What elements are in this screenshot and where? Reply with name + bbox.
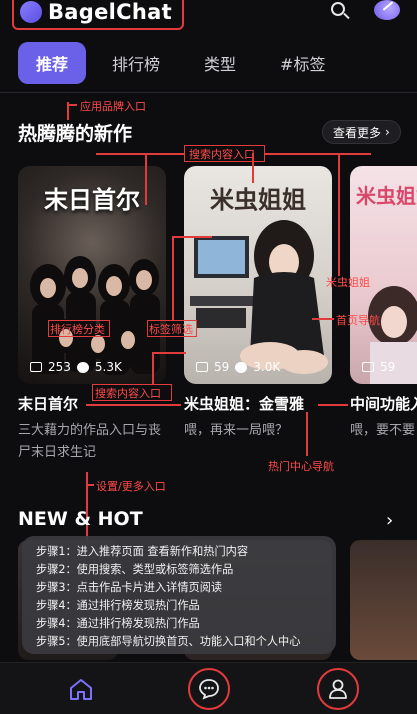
image-icon [30,362,42,372]
home-nav-button[interactable] [60,668,102,710]
app-header: BagelChat [0,0,417,36]
image-icon [362,362,374,372]
see-more-label: 查看更多 [333,125,382,140]
annotation-line [312,318,334,320]
annotation-line [96,153,184,155]
chat-count: 5.3K [94,360,122,374]
step-line: 步骤3：点击作品卡片进入详情页阅读 [36,581,223,594]
annotation-line [172,236,174,320]
image-count: 253 [48,360,71,374]
annotation-hot-center-nav: 热门中心导航 [268,460,334,473]
image-count: 59 [214,360,230,374]
card-title[interactable]: 中间功能入 [350,393,417,414]
image-icon [196,362,208,372]
card-title[interactable]: 米虫姐姐：金雪雅 [184,393,304,414]
annotation-tag-filter: 标签筛选 [149,323,193,336]
step-line: 步骤1：进入推荐页面 查看新作和热门内容 [36,545,249,558]
work-card[interactable]: 米虫姐姐 59 3.0K [184,166,332,384]
chat-icon [76,361,89,373]
see-more-button[interactable]: 查看更多 › [322,120,401,144]
image-count: 59 [380,360,396,374]
header-divider [0,92,417,93]
chevron-right-icon[interactable]: › [386,510,393,531]
chat-bubble-icon [199,679,219,700]
annotation-mico-sister: 米虫姐姐 [326,276,370,289]
chat-nav-button[interactable] [188,668,230,710]
annotation-line [67,104,77,106]
chat-count: 3.0K [253,360,281,374]
brand-logo-button[interactable]: BagelChat [12,0,184,30]
card-title[interactable]: 末日首尔 [18,393,78,414]
work-card[interactable]: 末日首尔 253 5.3K [18,166,166,384]
step-line: 步骤5：使用底部导航切换首页、功能入口和个人中心 [36,635,301,648]
annotation-settings-more: 设置/更多入口 [96,480,166,493]
chat-icon [235,361,248,373]
card-description: 喂，要不要 [350,423,416,438]
annotation-line [145,153,147,205]
tab-tags[interactable]: #标签 [262,42,343,84]
step-line: 步骤4：通过排行榜发现热门作品 [36,617,200,630]
card-stats: 253 5.3K [30,360,122,374]
brand-name: BagelChat [48,0,172,24]
home-icon [70,679,92,700]
theme-toggle-icon[interactable] [374,0,400,20]
annotation-home-nav: 首页导航 [336,314,380,327]
annotation-line [172,236,212,238]
annotation-rank-category: 排行榜分类 [50,323,105,336]
tab-ranking[interactable]: 排行榜 [94,42,178,84]
annotation-brand-entry: 应用品牌入口 [80,100,146,113]
annotation-line [318,404,348,406]
annotation-search-content: 搜索内容入口 [189,148,255,161]
annotation-line [86,404,181,406]
card-description: 喂，再来一局喂？ [184,423,289,438]
step-line: 步骤2：使用搜索、类型或标签筛选作品 [36,563,234,576]
card-description: 三大藉力的作品入口与丧尸末日求生记 [18,423,162,460]
chevron-right-icon: › [385,125,390,139]
card-stats: 59 [362,360,395,374]
steps-overlay: 步骤1：进入推荐页面 查看新作和热门内容 步骤2：使用搜索、类型或标签筛选作品 … [22,536,336,654]
annotation-line [338,153,340,276]
annotation-line [265,153,371,155]
step-line: 步骤4：通过排行榜发现热门作品 [36,599,200,612]
hot-thumbnail[interactable] [350,540,417,660]
search-icon[interactable] [328,0,352,24]
card-stats: 59 3.0K [196,360,280,374]
section-title-new-hot: NEW & HOT [18,508,143,530]
tab-recommend[interactable]: 推荐 [18,42,87,84]
tab-genre[interactable]: 类型 [186,42,254,84]
cover-title: 米虫姐姐 [210,185,306,214]
annotation-line [152,352,186,354]
annotation-line [306,412,308,456]
category-tabs: 推荐 排行榜 类型 #标签 [18,42,343,84]
annotation-line [252,153,254,183]
profile-nav-button[interactable] [317,668,359,710]
annotation-search-content: 搜索内容入口 [95,387,161,400]
user-icon [329,679,347,699]
section-title-new: 热腾腾的新作 [18,123,133,145]
cover-title: 末日首尔 [44,186,140,214]
annotation-line [86,484,94,486]
bagel-logo-icon [20,1,42,23]
annotation-line [152,352,154,384]
cover-title: 米虫姐姐 [356,184,417,208]
